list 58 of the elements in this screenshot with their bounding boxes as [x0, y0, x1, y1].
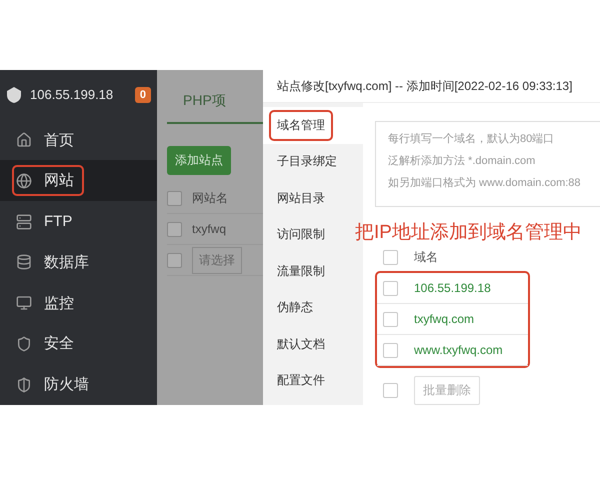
notification-badge: 0 — [134, 86, 151, 103]
sidebar-label: 安全 — [44, 334, 74, 354]
database-icon — [16, 254, 32, 270]
server-icon — [16, 214, 32, 230]
checkbox[interactable] — [383, 280, 398, 296]
nav-label: 访问限制 — [276, 226, 326, 244]
nav-item[interactable]: 流量限制 — [263, 253, 363, 290]
shield-icon — [16, 336, 32, 352]
nav-item[interactable]: 域名管理 — [263, 107, 363, 144]
checkbox[interactable] — [383, 312, 398, 326]
checkbox[interactable] — [383, 250, 398, 264]
placeholder-text: 如另加端口格式为 www.domain.com:88 — [388, 176, 582, 191]
sidebar-label: 监控 — [44, 294, 74, 313]
sidebar-label: 数据库 — [44, 252, 89, 272]
sidebar-item[interactable]: 数据库 — [0, 242, 157, 283]
table-cell: txyfwq — [192, 222, 226, 236]
sidebar-label: 网站 — [44, 171, 74, 190]
home-icon — [16, 132, 32, 148]
sidebar-item[interactable]: 安全 — [0, 323, 157, 364]
checkbox[interactable] — [383, 342, 398, 358]
domain-text: www.txyfwq.com — [414, 343, 503, 357]
sidebar-label: 首页 — [44, 130, 74, 150]
domain-text: 106.55.199.18 — [414, 281, 491, 295]
annotation-highlight: 域名管理 — [269, 110, 333, 141]
sidebar-item[interactable]: 首页 — [0, 120, 157, 160]
add-site-button[interactable]: 添加站点 — [167, 146, 231, 175]
shield-icon — [16, 376, 32, 393]
sidebar-item[interactable]: 监控 — [0, 282, 157, 324]
nav-label: 配置文件 — [276, 372, 326, 390]
placeholder-text: 泛解析添加方法 *.domain.com — [388, 154, 536, 169]
domain-text: txyfwq.com — [414, 312, 474, 326]
nav-item[interactable]: 伪静态 — [263, 290, 363, 326]
nav-item[interactable]: 子目录绑定 — [263, 144, 363, 180]
server-address: 106.55.199.18 — [30, 87, 114, 102]
checkbox[interactable] — [167, 252, 182, 268]
nav-item[interactable]: 默认文档 — [263, 326, 363, 362]
nav-item[interactable]: 配置文件 — [263, 362, 363, 399]
nav-label: 伪静态 — [276, 299, 314, 316]
annotation-text: 把IP地址添加到域名管理中 — [355, 221, 583, 245]
logo-icon — [6, 86, 22, 104]
globe-icon — [16, 172, 32, 189]
sidebar-item[interactable]: FTP — [0, 201, 157, 242]
checkbox[interactable] — [167, 222, 182, 236]
monitor-icon — [16, 295, 32, 312]
column-header: 域名 — [414, 248, 438, 266]
nav-item[interactable]: 网站目录 — [263, 180, 363, 216]
nav-label: 网站目录 — [276, 190, 326, 207]
nav-label: 默认文档 — [276, 336, 326, 353]
sidebar-item[interactable]: 网站 — [0, 160, 157, 202]
sidebar-item[interactable]: 防火墙 — [0, 364, 157, 405]
column-header: 网站名 — [192, 190, 228, 206]
sidebar-label: 防火墙 — [44, 375, 89, 394]
checkbox[interactable] — [167, 190, 182, 206]
placeholder-text: 每行填写一个域名，默认为80端口 — [388, 132, 556, 147]
nav-label: 流量限制 — [276, 262, 326, 280]
checkbox[interactable] — [383, 383, 398, 398]
nav-label: 子目录绑定 — [276, 153, 338, 170]
sidebar-label: FTP — [44, 213, 72, 230]
